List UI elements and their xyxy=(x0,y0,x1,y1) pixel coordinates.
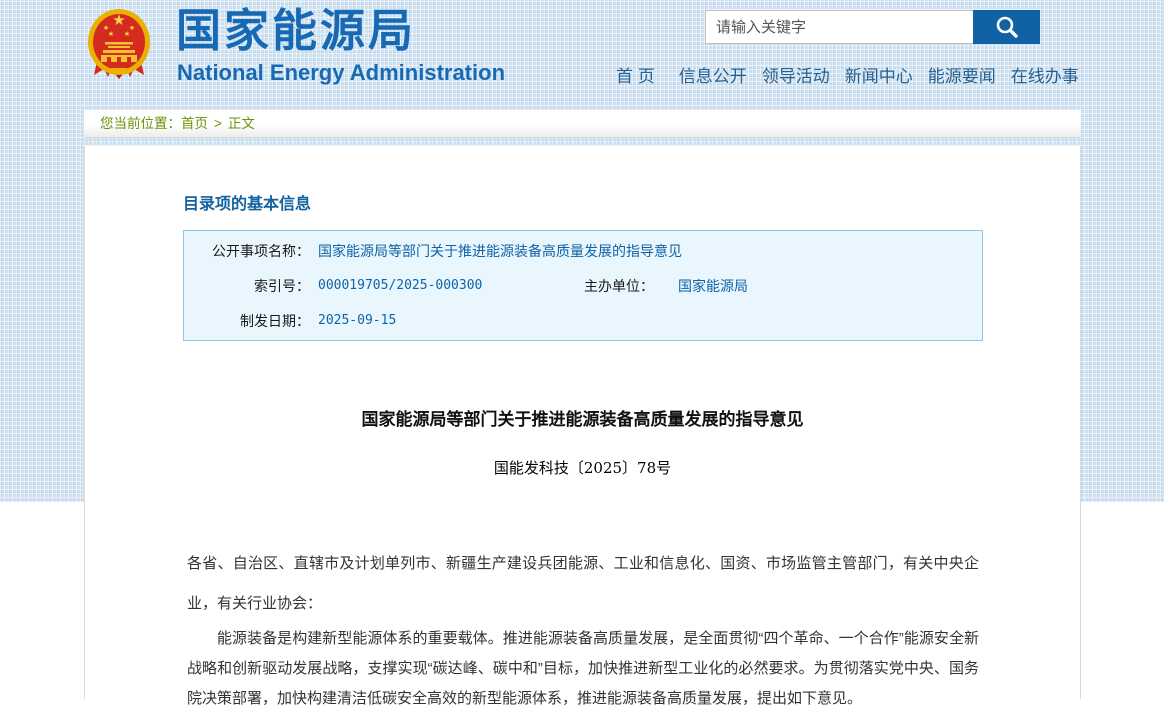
meta-section-heading: 目录项的基本信息 xyxy=(183,190,1080,214)
svg-text:★: ★ xyxy=(108,30,114,38)
site-title: 国家能源局 xyxy=(176,4,416,58)
national-emblem-icon: ★ ★ ★ ★ ★ xyxy=(86,5,152,85)
field-value-date: 2025-09-15 xyxy=(318,313,396,328)
paragraph-intro: 能源装备是构建新型能源体系的重要载体。推进能源装备高质量发展，是全面贯彻“四个革… xyxy=(187,624,979,714)
nav-item-leadership[interactable]: 领导活动 xyxy=(762,62,830,87)
national-emblem-logo: ★ ★ ★ ★ ★ xyxy=(86,5,152,85)
meta-row-name: 公开事项名称： 国家能源局等部门关于推进能源装备高质量发展的指导意见 xyxy=(184,233,982,268)
paragraph-salutation: 各省、自治区、直辖市及计划单列市、新疆生产建设兵团能源、工业和信息化、国资、市场… xyxy=(187,544,979,624)
field-label-date: 制发日期： xyxy=(184,311,310,331)
search-button[interactable] xyxy=(973,10,1040,44)
breadcrumb-home-link[interactable]: 首页 xyxy=(181,116,208,131)
field-label-index: 索引号： xyxy=(184,276,310,296)
document-number: 国能发科技〔2025〕78号 xyxy=(85,457,1080,478)
field-value-name-link[interactable]: 国家能源局等部门关于推进能源装备高质量发展的指导意见 xyxy=(318,241,682,261)
article-body: 各省、自治区、直辖市及计划单列市、新疆生产建设兵团能源、工业和信息化、国资、市场… xyxy=(85,544,1080,714)
svg-text:★: ★ xyxy=(112,11,125,29)
breadcrumb-current: 正文 xyxy=(228,116,255,131)
breadcrumb-prefix: 您当前位置： xyxy=(100,116,181,131)
nav-item-energy-news[interactable]: 能源要闻 xyxy=(928,62,996,87)
main-content: 目录项的基本信息 公开事项名称： 国家能源局等部门关于推进能源装备高质量发展的指… xyxy=(84,146,1081,699)
search-icon xyxy=(994,14,1020,40)
field-value-org-link[interactable]: 国家能源局 xyxy=(678,276,748,296)
nav-item-info-disclosure[interactable]: 信息公开 xyxy=(679,62,747,87)
site-subtitle: National Energy Administration xyxy=(177,60,505,86)
meta-row-index-org: 索引号： 000019705/2025-000300 主办单位： 国家能源局 xyxy=(184,268,982,303)
site-header: ★ ★ ★ ★ ★ 国家能源局 National Energy Administ… xyxy=(0,0,1164,104)
breadcrumb: 您当前位置：首页 > 正文 xyxy=(84,110,1081,138)
nav-item-home[interactable]: 首 页 xyxy=(616,62,655,87)
field-label-org: 主办单位： xyxy=(580,276,654,296)
field-label-name: 公开事项名称： xyxy=(184,241,310,261)
search-input[interactable] xyxy=(705,10,973,44)
document-meta-box: 公开事项名称： 国家能源局等部门关于推进能源装备高质量发展的指导意见 索引号： … xyxy=(183,230,983,341)
svg-text:★: ★ xyxy=(124,30,130,38)
main-nav: 首 页 信息公开 领导活动 新闻中心 能源要闻 在线办事 xyxy=(616,62,1056,87)
nav-item-news-center[interactable]: 新闻中心 xyxy=(845,62,913,87)
nav-item-online-services[interactable]: 在线办事 xyxy=(1011,62,1079,87)
field-value-index: 000019705/2025-000300 xyxy=(318,278,580,293)
article-title: 国家能源局等部门关于推进能源装备高质量发展的指导意见 xyxy=(85,405,1080,430)
meta-row-date: 制发日期： 2025-09-15 xyxy=(184,303,982,338)
site-search xyxy=(705,10,1040,44)
breadcrumb-separator: > xyxy=(214,116,222,131)
